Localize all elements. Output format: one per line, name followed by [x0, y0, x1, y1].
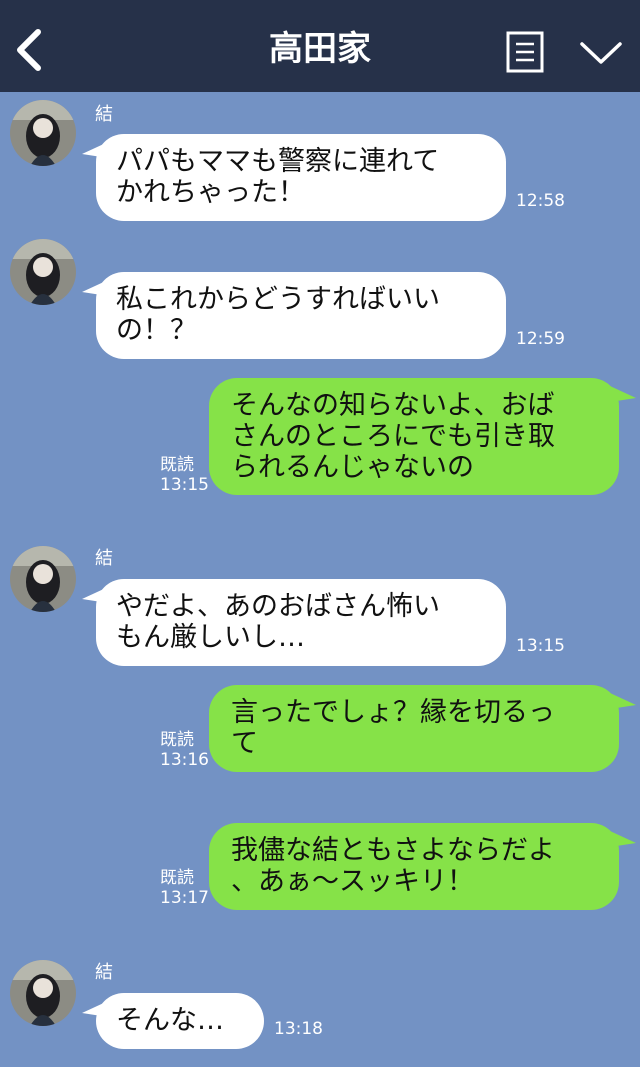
message-line: 我儘な結ともさよならだよ [231, 835, 555, 866]
avatar-image [10, 239, 76, 305]
message-time: 13:17 [160, 888, 209, 908]
message-line: て [231, 728, 258, 759]
message-line: 私これからどうすればいい [116, 284, 440, 315]
avatar[interactable] [10, 239, 76, 305]
read-label: 既読 [160, 868, 194, 888]
bubble-tail [82, 142, 108, 158]
read-status: 既読 13:16 [160, 730, 209, 770]
read-status: 既読 13:15 [160, 455, 209, 495]
notes-icon [506, 31, 544, 73]
avatar-image [10, 960, 76, 1026]
message-line: 言ったでしょ？縁を切るっ [231, 697, 555, 728]
message-time: 13:16 [160, 750, 209, 770]
avatar[interactable] [10, 100, 76, 166]
bubble-tail [82, 1001, 108, 1017]
read-status: 既読 13:17 [160, 868, 209, 908]
message-line: もん厳しいし… [116, 622, 305, 653]
bubble-tail [610, 386, 636, 402]
message-time: 13:15 [160, 475, 209, 495]
avatar[interactable] [10, 960, 76, 1026]
message-line: さんのところにでも引き取 [231, 421, 555, 452]
message-line: られるんじゃないの [231, 452, 474, 483]
message-bubble-outgoing[interactable]: 言ったでしょ？縁を切るっ て [209, 685, 619, 772]
message-line: 、あぁ〜スッキリ！ [231, 866, 474, 897]
message-line: の！？ [116, 315, 197, 346]
bubble-tail [610, 693, 636, 709]
read-label: 既読 [160, 730, 194, 750]
bubble-tail [82, 587, 108, 603]
notes-button[interactable] [506, 31, 544, 73]
message-time: 12:58 [516, 191, 565, 211]
bubble-tail [610, 831, 636, 847]
message-bubble-incoming[interactable]: 私これからどうすればいい の！？ [96, 272, 506, 359]
message-time: 13:18 [274, 1019, 323, 1039]
sender-name: 結 [95, 548, 113, 569]
chat-title: 高田家 [269, 29, 371, 69]
message-bubble-outgoing[interactable]: 我儘な結ともさよならだよ 、あぁ〜スッキリ！ [209, 823, 619, 910]
avatar[interactable] [10, 546, 76, 612]
message-line: パパもママも警察に連れて [116, 146, 440, 177]
message-bubble-incoming[interactable]: やだよ、あのおばさん怖い もん厳しいし… [96, 579, 506, 666]
message-time: 12:59 [516, 329, 565, 349]
message-line: そんなの知らないよ、おば [231, 390, 555, 421]
chat-header: 高田家 [0, 0, 640, 92]
back-button[interactable] [10, 24, 50, 76]
message-line: かれちゃった！ [116, 177, 305, 208]
message-time: 13:15 [516, 636, 565, 656]
message-bubble-incoming[interactable]: パパもママも警察に連れて かれちゃった！ [96, 134, 506, 221]
avatar-image [10, 546, 76, 612]
avatar-image [10, 100, 76, 166]
message-line: そんな… [116, 1005, 224, 1036]
bubble-tail [82, 280, 108, 296]
chevron-down-icon [580, 42, 622, 64]
message-bubble-outgoing[interactable]: そんなの知らないよ、おば さんのところにでも引き取 られるんじゃないの [209, 378, 619, 495]
sender-name: 結 [95, 104, 113, 125]
message-bubble-incoming[interactable]: そんな… [96, 993, 264, 1049]
dropdown-button[interactable] [578, 38, 624, 68]
read-label: 既読 [160, 455, 194, 475]
message-line: やだよ、あのおばさん怖い [116, 591, 440, 622]
chevron-left-icon [17, 29, 41, 71]
sender-name: 結 [95, 962, 113, 983]
